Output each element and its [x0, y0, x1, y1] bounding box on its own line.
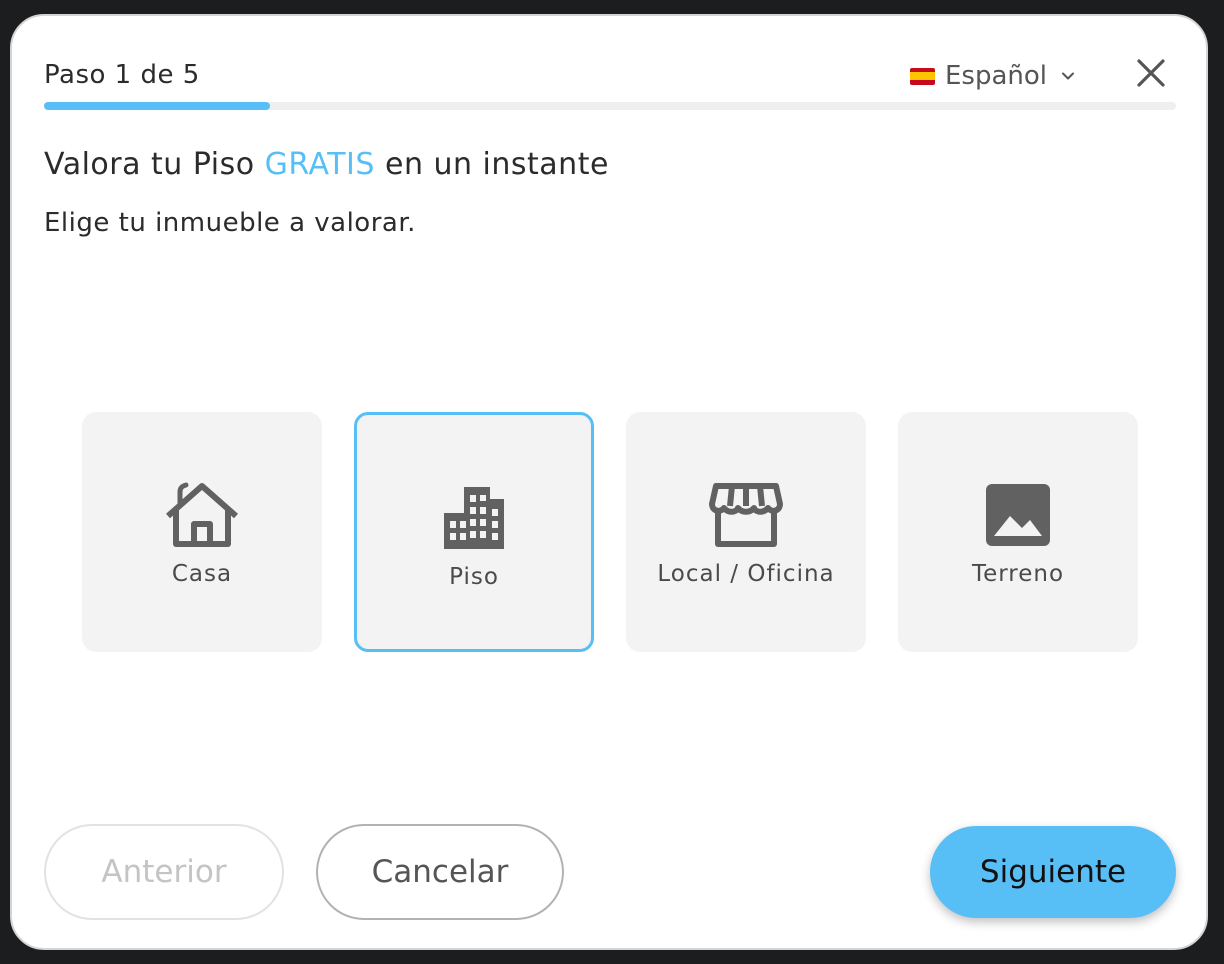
landscape-icon: [986, 484, 1050, 546]
option-terreno[interactable]: Terreno: [898, 412, 1138, 652]
language-label: Español: [945, 61, 1048, 91]
option-piso[interactable]: Piso: [354, 412, 594, 652]
close-icon[interactable]: [1134, 56, 1168, 90]
headline-suffix: en un instante: [384, 147, 609, 182]
page-title: Valora tu Piso GRATIS en un instante: [44, 146, 609, 184]
option-label: Piso: [449, 564, 499, 590]
progress-bar-fill: [44, 102, 271, 110]
storefront-icon: [709, 483, 783, 547]
page-subtitle: Elige tu inmueble a valorar.: [44, 208, 416, 238]
option-label: Local / Oficina: [657, 561, 835, 587]
language-selector[interactable]: Español: [910, 60, 1077, 92]
property-type-options: Casa Piso Local / Oficina Terreno: [82, 412, 1142, 652]
option-label: Terreno: [971, 561, 1065, 587]
next-button[interactable]: Siguiente: [930, 826, 1176, 918]
progress-bar: [44, 102, 1176, 110]
chevron-down-icon: [1062, 72, 1075, 80]
option-local-oficina[interactable]: Local / Oficina: [626, 412, 866, 652]
spain-flag-icon: [910, 67, 935, 85]
option-casa[interactable]: Casa: [82, 412, 322, 652]
step-indicator: Paso 1 de 5: [44, 60, 200, 90]
cancel-button[interactable]: Cancelar: [316, 824, 564, 920]
house-icon: [166, 482, 238, 547]
building-icon: [444, 487, 504, 549]
headline-accent: GRATIS: [264, 147, 375, 182]
option-label: Casa: [171, 561, 233, 587]
previous-button[interactable]: Anterior: [44, 824, 284, 920]
headline-prefix: Valora tu Piso: [44, 147, 255, 182]
valuation-modal: Paso 1 de 5 Español Valora tu Piso GRATI…: [10, 14, 1208, 950]
